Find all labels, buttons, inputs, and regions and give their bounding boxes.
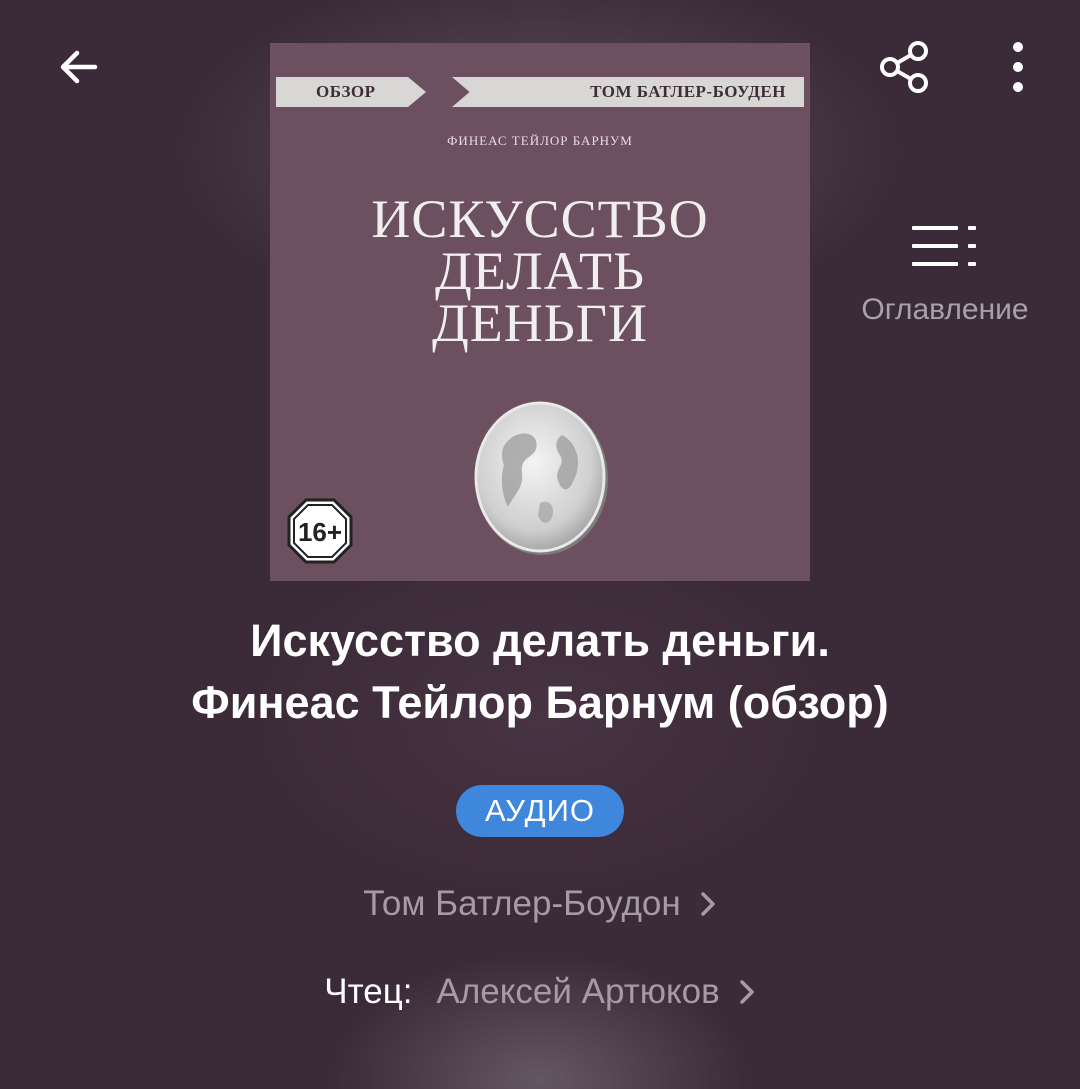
cover-title-line: ДЕЛАТЬ bbox=[435, 241, 645, 301]
book-title-line: Искусство делать деньги. bbox=[250, 615, 830, 666]
table-of-contents-button[interactable]: Оглавление bbox=[845, 220, 1045, 327]
chevron-right-icon bbox=[700, 892, 715, 916]
cover-ribbon-author: ТОМ БАТЛЕР-БОУДЕН bbox=[452, 77, 804, 107]
cover-ribbon-review: ОБЗОР bbox=[276, 77, 426, 107]
share-icon bbox=[880, 41, 928, 93]
age-rating-badge: 16+ bbox=[287, 498, 353, 564]
more-options-button[interactable] bbox=[990, 32, 1046, 102]
book-title: Искусство делать деньги. Финеас Тейлор Б… bbox=[0, 610, 1080, 734]
arrow-left-icon bbox=[60, 50, 98, 84]
age-rating-text: 16+ bbox=[298, 517, 342, 547]
cover-title: ИСКУССТВО ДЕЛАТЬ ДЕНЬГИ bbox=[270, 189, 810, 353]
book-cover[interactable]: ОБЗОР ТОМ БАТЛЕР-БОУДЕН ФИНЕАС ТЕЙЛОР БА… bbox=[270, 43, 810, 581]
toc-label: Оглавление bbox=[861, 293, 1029, 326]
narrator-label: Чтец: bbox=[324, 972, 413, 1011]
more-vertical-icon bbox=[1013, 42, 1023, 92]
cover-title-line: ДЕНЬГИ bbox=[431, 293, 649, 353]
book-title-line: Финеас Тейлор Барнум (обзор) bbox=[191, 677, 889, 728]
chevron-right-icon bbox=[739, 980, 754, 1004]
cover-title-line: ИСКУССТВО bbox=[371, 189, 709, 249]
author-name: Том Батлер-Боудон bbox=[363, 884, 681, 923]
narrator-link[interactable]: Чтец: Алексей Артюков bbox=[0, 972, 1080, 1012]
back-button[interactable] bbox=[44, 32, 114, 102]
share-button[interactable] bbox=[866, 32, 942, 102]
author-link[interactable]: Том Батлер-Боудон bbox=[0, 884, 1080, 924]
narrator-name: Алексей Артюков bbox=[436, 972, 720, 1011]
globe-coin-illustration bbox=[474, 401, 608, 555]
cover-original-author: ФИНЕАС ТЕЙЛОР БАРНУМ bbox=[447, 133, 633, 148]
format-badge: АУДИО bbox=[456, 785, 624, 837]
list-icon bbox=[912, 226, 976, 266]
